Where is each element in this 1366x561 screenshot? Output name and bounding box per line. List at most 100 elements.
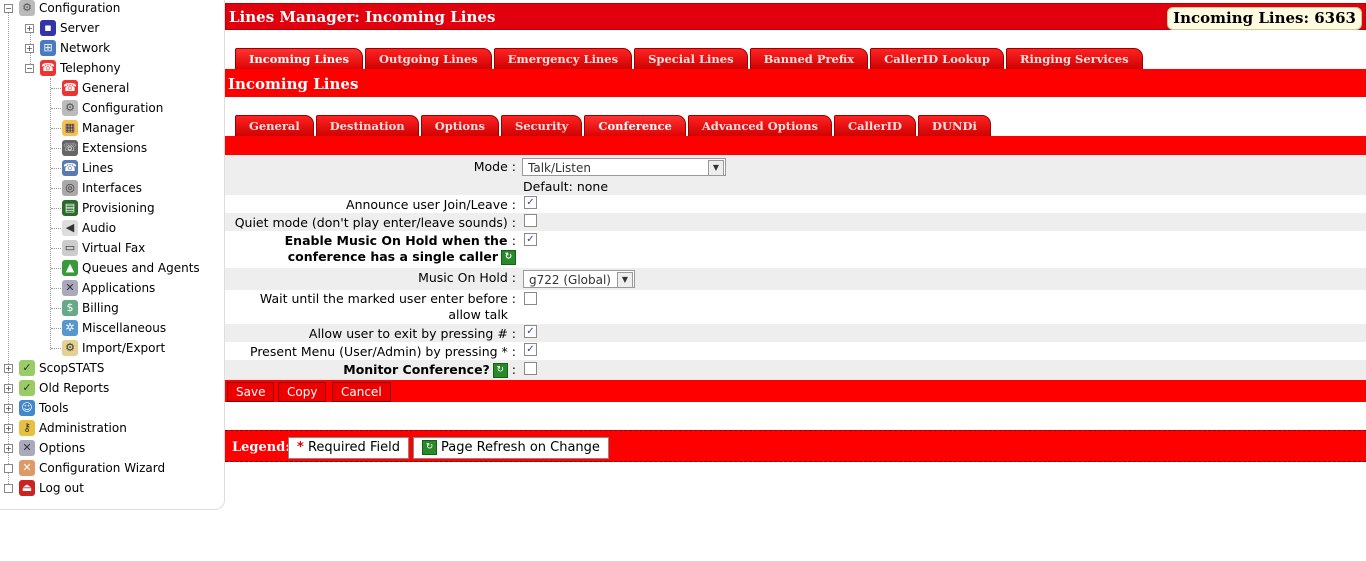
tree-item-configuration[interactable]: − ⚙ Configuration xyxy=(4,0,120,18)
telephony-icon: ☎ xyxy=(40,60,56,76)
tree-item-administration[interactable]: + ⚷ Administration xyxy=(4,418,127,438)
title-bar: Lines Manager: Incoming Lines Incoming L… xyxy=(225,3,1366,30)
quiet-checkbox[interactable] xyxy=(524,214,537,227)
refresh-icon: ↻ xyxy=(492,363,508,378)
tab-banned-prefix[interactable]: Banned Prefix xyxy=(749,48,869,70)
tree-item-network[interactable]: + ⊞ Network xyxy=(25,38,110,58)
tree-item-server[interactable]: + ▪ Server xyxy=(25,18,99,38)
exit-checkbox[interactable]: ✓ xyxy=(524,325,537,338)
billing-icon: $ xyxy=(62,300,78,316)
expand-toggle-icon[interactable]: + xyxy=(25,23,34,33)
tab-destination[interactable]: Destination xyxy=(315,115,419,137)
copy-button[interactable]: Copy xyxy=(278,382,327,402)
save-button[interactable]: Save xyxy=(227,382,275,402)
form-row-menu: Present Menu (User/Admin) by pressing * … xyxy=(225,342,1366,360)
tree-item-general[interactable]: ☎ General xyxy=(62,78,129,98)
mode-default-text: Default: none xyxy=(523,179,609,194)
moh-label: Music On Hold : xyxy=(418,270,516,285)
moh-select[interactable]: g722 (Global) ▼ xyxy=(523,270,635,288)
quiet-label: Quiet mode (don't play enter/leave sound… xyxy=(234,215,516,230)
mode-select[interactable]: Talk/Listen ▼ xyxy=(522,158,726,176)
cancel-button[interactable]: Cancel xyxy=(332,382,391,402)
tree-item-billing[interactable]: $ Billing xyxy=(62,298,119,318)
tab-emergency-lines[interactable]: Emergency Lines xyxy=(493,48,633,70)
tree-item-interfaces[interactable]: ◎ Interfaces xyxy=(62,178,142,198)
options-tools-icon: ✕ xyxy=(19,440,35,456)
form-row-moh-single: Enable Music On Hold when the : conferen… xyxy=(225,231,1366,268)
tree-item-extensions[interactable]: ☏ Extensions xyxy=(62,138,147,158)
menu-checkbox[interactable]: ✓ xyxy=(524,343,537,356)
form-row-mode: Mode : Talk/Listen ▼ Default: none xyxy=(225,155,1366,195)
speaker-icon: ◀ xyxy=(62,220,78,236)
collapse-toggle-icon[interactable]: − xyxy=(4,3,13,13)
chevron-down-icon: ▼ xyxy=(617,272,633,288)
tree-item-scopstats[interactable]: + ✓ ScopSTATS xyxy=(4,358,104,378)
tab-callerid[interactable]: CallerID xyxy=(833,115,917,137)
form-row-wait: Wait until the marked user enter before … xyxy=(225,290,1366,324)
leaf-box-icon xyxy=(4,483,13,493)
key-icon: ⚷ xyxy=(19,420,35,436)
tab-conference[interactable]: Conference xyxy=(584,115,686,137)
wait-checkbox[interactable] xyxy=(524,292,537,305)
main-tabs: Incoming Lines Outgoing Lines Emergency … xyxy=(235,48,1143,70)
tree-item-manager[interactable]: ▦ Manager xyxy=(62,118,135,138)
queues-icon: ▲ xyxy=(62,260,78,276)
tab-ringing-services[interactable]: Ringing Services xyxy=(1005,48,1143,70)
legend-refresh: ↻ Page Refresh on Change xyxy=(413,437,609,459)
form-row-announce: Announce user Join/Leave : ✓ xyxy=(225,195,1366,213)
form-row-monitor: Monitor Conference? ↻ : xyxy=(225,360,1366,380)
provisioning-icon: ▤ xyxy=(62,200,78,216)
expand-toggle-icon[interactable]: + xyxy=(4,383,13,393)
tree-item-telephony[interactable]: − ☎ Telephony xyxy=(25,58,121,78)
logout-icon: ⏏ xyxy=(19,480,35,496)
tab-options[interactable]: Options xyxy=(420,115,499,137)
interfaces-icon: ◎ xyxy=(62,180,78,196)
misc-icon: ✲ xyxy=(62,320,78,336)
refresh-icon: ↻ xyxy=(422,440,437,455)
tab-callerid-lookup[interactable]: CallerID Lookup xyxy=(870,48,1004,70)
page-title: Lines Manager: Incoming Lines xyxy=(229,8,496,26)
stats-icon: ✓ xyxy=(19,360,35,376)
expand-toggle-icon[interactable]: + xyxy=(4,403,13,413)
tree-item-miscellaneous[interactable]: ✲ Miscellaneous xyxy=(62,318,166,338)
network-icon: ⊞ xyxy=(40,40,56,56)
tree-item-queues-agents[interactable]: ▲ Queues and Agents xyxy=(62,258,200,278)
form-header-bar xyxy=(225,136,1366,155)
tree-item-virtual-fax[interactable]: ▭ Virtual Fax xyxy=(62,238,145,258)
tab-security[interactable]: Security xyxy=(500,115,583,137)
tab-incoming-lines[interactable]: Incoming Lines xyxy=(235,48,363,70)
tab-outgoing-lines[interactable]: Outgoing Lines xyxy=(364,48,492,70)
expand-toggle-icon[interactable]: + xyxy=(4,443,13,453)
tree-item-provisioning[interactable]: ▤ Provisioning xyxy=(62,198,155,218)
tab-general[interactable]: General xyxy=(235,115,314,137)
refresh-icon: ↻ xyxy=(501,250,516,265)
collapse-toggle-icon[interactable]: − xyxy=(25,63,34,73)
tree-item-import-export[interactable]: ⚙ Import/Export xyxy=(62,338,165,358)
sub-tabs: General Destination Options Security Con… xyxy=(235,115,991,137)
tree-item-audio[interactable]: ◀ Audio xyxy=(62,218,116,238)
tree-item-configuration-sub[interactable]: ⚙ Configuration xyxy=(62,98,163,118)
expand-toggle-icon[interactable]: + xyxy=(4,423,13,433)
users-icon: ☺ xyxy=(19,400,35,416)
expand-toggle-icon[interactable]: + xyxy=(25,43,34,53)
monitor-checkbox[interactable] xyxy=(524,362,537,375)
legend-required: * Required Field xyxy=(288,437,409,459)
tree-item-applications[interactable]: ✕ Applications xyxy=(62,278,155,298)
tree-item-configuration-wizard[interactable]: ✕ Configuration Wizard xyxy=(4,458,165,478)
tab-dundi[interactable]: DUNDi xyxy=(918,115,991,137)
tree-item-tools[interactable]: + ☺ Tools xyxy=(4,398,69,418)
expand-toggle-icon[interactable]: + xyxy=(4,363,13,373)
wizard-icon: ✕ xyxy=(19,460,35,476)
tree-item-old-reports[interactable]: + ✓ Old Reports xyxy=(4,378,109,398)
mode-label: Mode : xyxy=(473,159,516,174)
tree-item-options[interactable]: + ✕ Options xyxy=(4,438,85,458)
announce-checkbox[interactable]: ✓ xyxy=(524,196,537,209)
legend-title: Legend: xyxy=(232,440,291,455)
tree-item-lines[interactable]: ☎ Lines xyxy=(62,158,113,178)
tab-advanced-options[interactable]: Advanced Options xyxy=(687,115,832,137)
moh-single-checkbox[interactable]: ✓ xyxy=(524,233,537,246)
tab-special-lines[interactable]: Special Lines xyxy=(634,48,748,70)
import-export-icon: ⚙ xyxy=(62,340,78,356)
navigation-tree: − ⚙ Configuration + ▪ Server + ⊞ Network… xyxy=(0,0,225,510)
tree-item-log-out[interactable]: ⏏ Log out xyxy=(4,478,84,498)
